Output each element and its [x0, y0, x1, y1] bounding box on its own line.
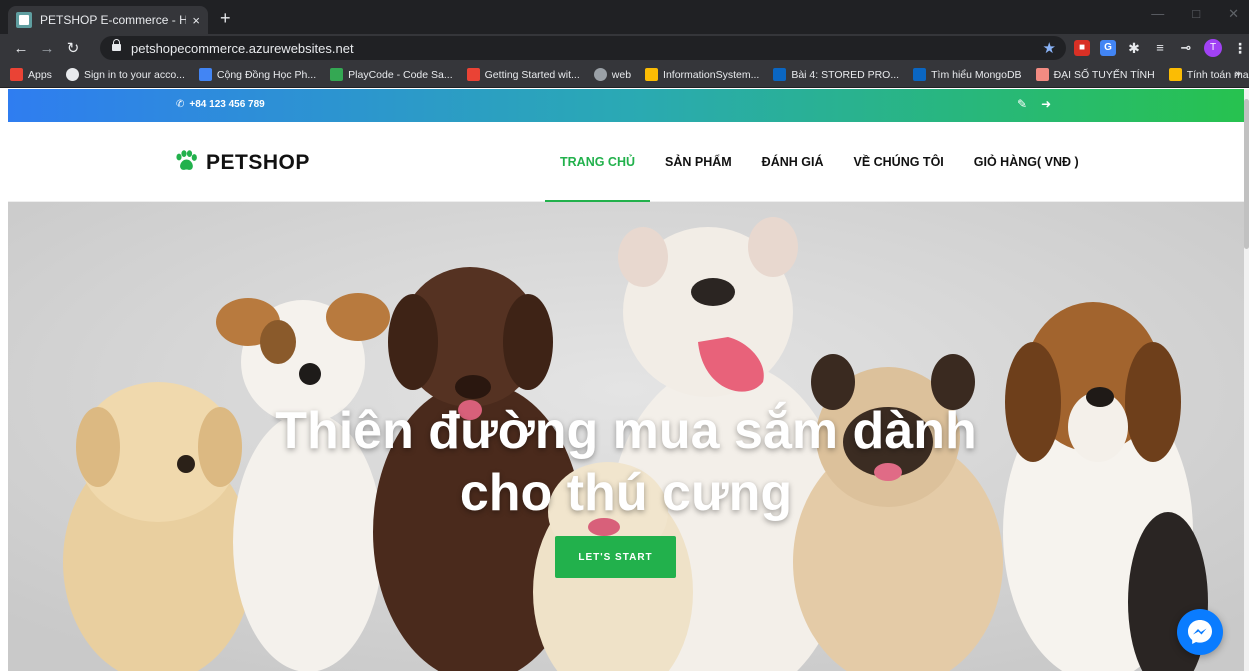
phone-number: +84 123 456 789: [189, 99, 265, 110]
close-window-icon[interactable]: ✕: [1228, 6, 1239, 22]
browser-tabstrip: PETSHOP E-commerce - HCMUE × + — □ ✕: [0, 0, 1249, 34]
minimize-icon[interactable]: —: [1151, 6, 1164, 22]
extensions-area: ■ G ✱ ≡ ⊸ T ⋮: [1074, 39, 1248, 57]
more-bookmarks-icon[interactable]: »: [1235, 68, 1241, 80]
bookmark-label: web: [611, 68, 632, 81]
logo-text: PETSHOP: [206, 151, 310, 174]
reload-icon[interactable]: ↻: [60, 39, 86, 57]
forward-icon[interactable]: →: [34, 40, 60, 57]
site-logo[interactable]: PETSHOP: [174, 150, 310, 176]
code-icon: [330, 68, 344, 81]
paw-svg: [176, 150, 197, 170]
bookmark-item[interactable]: Apps: [10, 68, 52, 81]
nav-item-cart[interactable]: GIỎ HÀNG( VNĐ ): [959, 122, 1094, 202]
site-header: PETSHOP TRANG CHỦ SẢN PHẨM ĐÁNH GIÁ VỀ C…: [8, 122, 1244, 202]
extension-red-icon[interactable]: ■: [1074, 40, 1090, 56]
reading-list-icon[interactable]: ≡: [1152, 40, 1168, 56]
apps-grid-icon: [10, 68, 23, 81]
window-controls: — □ ✕: [1151, 6, 1239, 22]
bookmark-label: ĐẠI SỐ TUYẾN TÍNH: [1053, 68, 1155, 81]
bookmark-item[interactable]: Tìm hiểu MongoDB: [913, 68, 1022, 81]
page-scrollbar[interactable]: [1244, 89, 1249, 671]
browser-toolbar: ← → ↻ petshopecommerce.azurewebsites.net…: [0, 34, 1249, 62]
bookmark-item[interactable]: web: [593, 68, 632, 81]
hero-title-line-2: cho thú cưng: [459, 464, 793, 522]
hero-title: Thiên đường mua sắm dành cho thú cưng: [8, 400, 1244, 524]
bookmark-item[interactable]: Cộng Đồng Học Ph...: [198, 68, 317, 81]
drive-icon: [645, 68, 659, 81]
nav-item-home[interactable]: TRANG CHỦ: [545, 122, 650, 202]
back-icon[interactable]: ←: [8, 40, 34, 57]
bookmarks-bar: Apps Sign in to your acco... Cộng Đồng H…: [0, 62, 1249, 88]
bookmark-favicon-icon: [466, 68, 480, 81]
translate-extension-icon[interactable]: G: [1100, 40, 1116, 56]
bookmark-label: Tìm hiểu MongoDB: [931, 68, 1022, 81]
bookmark-item[interactable]: Sign in to your acco...: [65, 68, 185, 81]
bookmark-item[interactable]: ĐẠI SỐ TUYẾN TÍNH: [1035, 68, 1155, 81]
browser-tab-active[interactable]: PETSHOP E-commerce - HCMUE ×: [8, 6, 208, 34]
lets-start-button[interactable]: LET'S START: [555, 536, 676, 578]
bookmark-item[interactable]: PlayCode - Code Sa...: [330, 68, 453, 81]
account-icons: ✎ ➜: [1017, 97, 1051, 111]
nav-item-reviews[interactable]: ĐÁNH GIÁ: [747, 122, 839, 202]
bookmark-label: PlayCode - Code Sa...: [348, 68, 453, 81]
lock-icon[interactable]: [112, 39, 121, 53]
messenger-icon: [1188, 620, 1212, 644]
bookmark-star-icon[interactable]: ★: [1043, 39, 1056, 57]
page-favicon-icon: [16, 12, 32, 28]
bookmark-label: Getting Started wit...: [484, 68, 580, 81]
extensions-puzzle-icon[interactable]: ✱: [1126, 40, 1142, 56]
phone-contact[interactable]: ✆ +84 123 456 789: [176, 99, 265, 110]
bookmark-label: Cộng Đồng Học Ph...: [216, 68, 317, 81]
new-tab-button[interactable]: +: [220, 8, 231, 29]
scrollbar-thumb[interactable]: [1244, 99, 1249, 249]
globe-icon: [65, 68, 79, 81]
phone-icon: ✆: [176, 99, 185, 110]
maximize-icon[interactable]: □: [1192, 6, 1200, 22]
bookmark-item[interactable]: Getting Started wit...: [466, 68, 580, 81]
bookmark-favicon-icon: [198, 68, 212, 81]
tab-title: PETSHOP E-commerce - HCMUE: [40, 13, 187, 27]
bookmark-label: Sign in to your acco...: [83, 68, 185, 81]
key-icon[interactable]: ⊸: [1178, 40, 1194, 56]
nav-item-products[interactable]: SẢN PHẨM: [650, 122, 747, 202]
linkedin-icon: [773, 68, 787, 81]
hero-banner: Thiên đường mua sắm dành cho thú cưng LE…: [8, 202, 1244, 671]
bookmark-label: Apps: [28, 68, 52, 81]
bookmark-label: InformationSystem...: [663, 68, 760, 81]
hero-title-line-1: Thiên đường mua sắm dành: [275, 402, 977, 460]
address-bar[interactable]: petshopecommerce.azurewebsites.net ★: [100, 36, 1066, 60]
profile-avatar[interactable]: T: [1204, 39, 1222, 57]
messenger-chat-button[interactable]: [1177, 609, 1223, 655]
bookmark-item[interactable]: InformationSystem...: [645, 68, 759, 81]
url-text[interactable]: petshopecommerce.azurewebsites.net: [131, 41, 354, 56]
site-topbar: ✆ +84 123 456 789 ✎ ➜: [8, 89, 1244, 122]
nav-item-about[interactable]: VỀ CHÚNG TÔI: [838, 122, 958, 202]
menu-kebab-icon[interactable]: ⋮: [1232, 40, 1248, 56]
web-icon: [593, 68, 607, 81]
linkedin-icon: [913, 68, 927, 81]
close-tab-icon[interactable]: ×: [192, 13, 200, 28]
bookmark-label: Bài 4: STORED PRO...: [791, 68, 900, 81]
bookmark-item[interactable]: Bài 4: STORED PRO...: [773, 68, 899, 81]
paw-icon: [174, 150, 198, 176]
main-nav: TRANG CHỦ SẢN PHẨM ĐÁNH GIÁ VỀ CHÚNG TÔI…: [545, 122, 1094, 202]
grid-icon: [1168, 68, 1182, 81]
bookmark-favicon-icon: [1035, 68, 1049, 81]
register-edit-icon[interactable]: ✎: [1017, 97, 1027, 111]
login-icon[interactable]: ➜: [1041, 97, 1051, 111]
